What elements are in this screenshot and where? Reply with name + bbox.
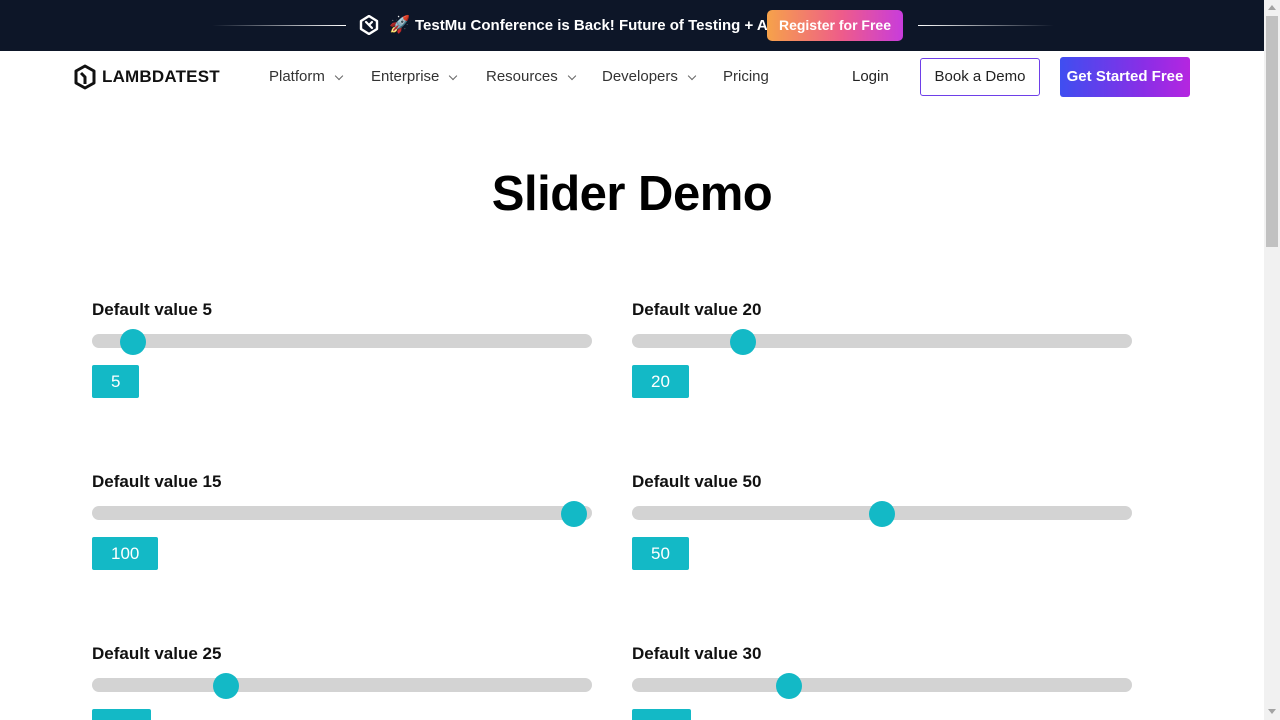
nav-item-enterprise[interactable]: Enterprise [371,68,458,86]
slider-value-output: 5 [92,365,140,398]
slider-thumb[interactable] [561,501,587,527]
promo-banner: 🚀 TestMu Conference is Back! Future of T… [0,0,1264,51]
slider-label: Default value 20 [632,300,762,319]
get-started-button[interactable]: Get Started Free [1060,57,1190,97]
top-nav: LAMBDATEST Platform Enterprise Resources… [0,51,1264,103]
banner-divider-right [918,25,1054,26]
slider-thumb[interactable] [120,329,147,355]
nav-item-resources[interactable]: Resources [486,68,576,86]
slider-value-output [632,709,691,720]
slider-track[interactable] [632,334,1132,348]
chevron-down-icon [334,71,344,80]
nav-item-label: Resources [486,68,558,85]
banner-divider-left [212,25,346,26]
scrollbar-thumb[interactable] [1266,16,1278,247]
slider-group: Default value 30 [632,644,1132,720]
slider-group: Default value 5 5 [92,300,592,398]
slider-value-output: 50 [632,537,689,570]
chevron-down-icon [449,71,458,80]
slider-value-output [92,709,151,720]
brand-name: LAMBDATEST [102,67,220,86]
scroll-up-arrow-icon[interactable] [1268,5,1276,10]
slider-track[interactable] [632,678,1132,692]
slider-value-output: 20 [632,365,689,398]
page-title: Slider Demo [491,167,773,221]
register-button[interactable]: Register for Free [767,10,903,41]
brand-logo[interactable]: LAMBDATEST [73,64,220,90]
chevron-down-icon [567,71,576,80]
lambdatest-logo-icon [74,64,96,90]
login-link[interactable]: Login [852,68,889,86]
rocket-icon: 🚀 [389,15,411,34]
slider-thumb[interactable] [729,329,756,355]
slider-label: Default value 5 [92,300,212,319]
nav-item-platform[interactable]: Platform [269,68,344,86]
nav-item-developers[interactable]: Developers [602,68,697,86]
nav-item-label: Pricing [723,68,769,85]
nav-item-label: Enterprise [371,68,440,85]
slider-label: Default value 50 [632,472,762,491]
slider-thumb[interactable] [213,673,239,699]
book-demo-button[interactable]: Book a Demo [920,58,1040,96]
testmu-logo-icon [359,15,379,35]
slider-track[interactable] [92,506,592,520]
slider-label: Default value 15 [92,472,222,491]
slider-group: Default value 25 [92,644,592,720]
page-scrollbar[interactable] [1264,0,1280,720]
scroll-down-arrow-icon[interactable] [1268,709,1276,714]
slider-track[interactable] [92,334,592,348]
nav-item-label: Platform [269,68,325,85]
nav-item-label: Developers [602,68,678,85]
slider-track[interactable] [92,678,592,692]
nav-item-pricing[interactable]: Pricing [723,68,769,86]
banner-text: TestMu Conference is Back! Future of Tes… [415,17,772,34]
slider-group: Default value 15 100 [92,472,592,570]
slider-value-output: 100 [92,537,159,570]
chevron-down-icon [687,71,697,80]
slider-group: Default value 50 50 [632,472,1132,570]
slider-label: Default value 30 [632,644,762,663]
slider-thumb[interactable] [869,501,895,527]
slider-thumb[interactable] [776,673,803,699]
slider-group: Default value 20 20 [632,300,1132,398]
slider-label: Default value 25 [92,644,222,663]
